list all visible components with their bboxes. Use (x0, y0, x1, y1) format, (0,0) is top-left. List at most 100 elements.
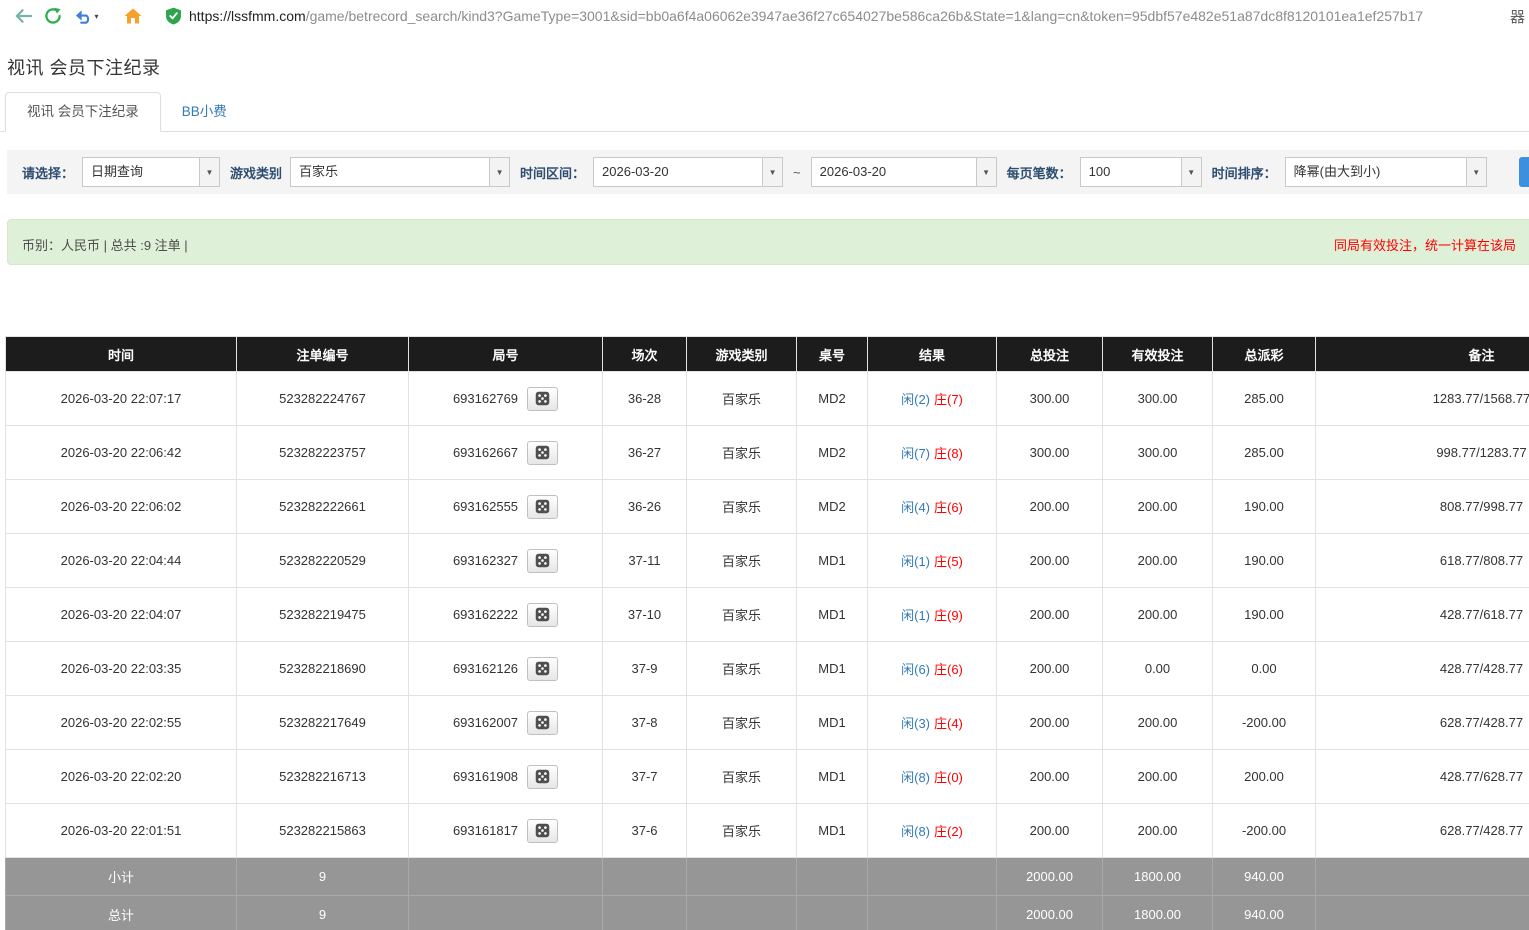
date-from-select[interactable]: 2026-03-20 ▼ (593, 157, 783, 187)
query-type-select[interactable]: 日期查询 ▼ (82, 157, 220, 187)
valid-bet-cell: 200.00 (1103, 534, 1213, 588)
chevron-down-icon[interactable]: ▼ (1466, 158, 1486, 186)
sort-order-label: 时间排序： (1212, 163, 1277, 182)
total-bet-cell[interactable]: 200.00 (997, 804, 1103, 858)
undo-dropdown-caret[interactable]: ▾ (94, 12, 98, 21)
note-cell: 628.77/428.77 (1316, 696, 1529, 750)
tab-bb-tip[interactable]: BB小费 (161, 93, 248, 131)
table-number-cell: MD1 (797, 588, 868, 642)
total-bet-cell[interactable]: 200.00 (997, 534, 1103, 588)
footer-empty-cell (868, 858, 997, 896)
round-cell: 693161817 (409, 804, 603, 858)
url-host: https://lssfmm.com (189, 8, 306, 24)
result-cell: 闲(2) 庄(7) (868, 372, 997, 426)
round-number: 693161908 (453, 769, 518, 784)
column-header-result: 结果 (868, 337, 997, 372)
total-bet-cell[interactable]: 300.00 (997, 372, 1103, 426)
round-number: 693161817 (453, 823, 518, 838)
result-banker: 庄(6) (934, 662, 963, 677)
note-cell: 618.77/808.77 (1316, 534, 1529, 588)
game-type-cell: 百家乐 (687, 696, 797, 750)
footer-empty-cell (603, 896, 687, 930)
sort-order-value: 降幂(由大到小) (1286, 158, 1466, 186)
sort-order-select[interactable]: 降幂(由大到小) ▼ (1285, 157, 1487, 187)
undo-icon[interactable]: ▾ (70, 3, 104, 29)
subtotal-row: 小计 9 2000.00 1800.00 940.00 (6, 858, 1529, 896)
refresh-icon[interactable] (40, 3, 66, 29)
total-bet-cell[interactable]: 300.00 (997, 426, 1103, 480)
result-banker: 庄(7) (934, 392, 963, 407)
result-cell: 闲(8)庄(0) (868, 750, 997, 804)
table-row: 2026-03-20 22:02:55 523282217649 6931620… (6, 696, 1529, 750)
view-round-button[interactable] (527, 549, 558, 573)
view-round-button[interactable] (527, 819, 558, 843)
footer-empty-cell (868, 896, 997, 930)
chevron-down-icon[interactable]: ▼ (762, 158, 782, 186)
subtotal-total-bet: 2000.00 (997, 858, 1103, 896)
round-number: 693162667 (453, 445, 518, 460)
column-header-table-number: 桌号 (797, 337, 868, 372)
valid-bet-cell: 200.00 (1103, 480, 1213, 534)
date-from-value: 2026-03-20 (594, 158, 762, 186)
filter-bar: 请选择： 日期查询 ▼ 游戏类别 百家乐 ▼ 时间区间： 2026-03-20 … (7, 150, 1529, 194)
query-type-label: 请选择： (22, 163, 74, 182)
bet-id-cell: 523282216713 (237, 750, 409, 804)
chevron-down-icon[interactable]: ▼ (489, 158, 509, 186)
view-round-button[interactable] (527, 495, 558, 519)
game-type-cell: 百家乐 (687, 534, 797, 588)
session-cell: 37-6 (603, 804, 687, 858)
total-bet-cell[interactable]: 200.00 (997, 642, 1103, 696)
view-round-button[interactable] (527, 657, 558, 681)
payout-cell: -200.00 (1213, 804, 1316, 858)
table-row: 2026-03-20 22:06:42 523282223757 6931626… (6, 426, 1529, 480)
valid-bet-cell: 200.00 (1103, 588, 1213, 642)
footer-empty-cell (409, 896, 603, 930)
view-round-button[interactable] (527, 441, 558, 465)
chevron-down-icon[interactable]: ▼ (976, 158, 996, 186)
result-player: 闲(4) (901, 500, 930, 515)
total-bet-cell[interactable]: 200.00 (997, 696, 1103, 750)
tab-bet-records[interactable]: 视讯 会员下注纪录 (5, 92, 161, 132)
round-cell: 693162126 (409, 642, 603, 696)
valid-bet-cell: 200.00 (1103, 696, 1213, 750)
result-banker: 庄(0) (934, 770, 963, 785)
time-cell: 2026-03-20 22:01:51 (6, 804, 237, 858)
payout-cell: -200.00 (1213, 696, 1316, 750)
url-text: https://lssfmm.com/game/betrecord_search… (189, 8, 1423, 24)
result-banker: 庄(2) (934, 824, 963, 839)
query-type-value: 日期查询 (83, 158, 199, 186)
date-to-select[interactable]: 2026-03-20 ▼ (811, 157, 997, 187)
back-icon[interactable] (10, 3, 36, 29)
home-icon[interactable] (120, 3, 146, 29)
page-size-select[interactable]: 100 ▼ (1080, 157, 1202, 187)
total-bet-cell[interactable]: 200.00 (997, 480, 1103, 534)
round-cell: 693162555 (409, 480, 603, 534)
chevron-down-icon[interactable]: ▼ (199, 158, 219, 186)
note-cell: 1283.77/1568.77 (1316, 372, 1529, 426)
total-bet-cell[interactable]: 200.00 (997, 750, 1103, 804)
table-number-cell: MD1 (797, 804, 868, 858)
die-icon (535, 769, 550, 784)
footer-empty-cell (1316, 858, 1529, 896)
total-bet-cell[interactable]: 200.00 (997, 588, 1103, 642)
view-round-button[interactable] (527, 711, 558, 735)
round-number: 693162769 (453, 391, 518, 406)
view-round-button[interactable] (527, 387, 558, 411)
bet-id-cell: 523282224767 (237, 372, 409, 426)
column-header-round: 局号 (409, 337, 603, 372)
address-bar[interactable]: https://lssfmm.com/game/betrecord_search… (166, 7, 1504, 25)
date-range-tilde: ~ (793, 165, 801, 180)
bet-id-cell: 523282219475 (237, 588, 409, 642)
game-type-select[interactable]: 百家乐 ▼ (290, 157, 510, 187)
chevron-down-icon[interactable]: ▼ (1181, 158, 1201, 186)
grand-total-total-bet: 2000.00 (997, 896, 1103, 930)
search-button[interactable] (1519, 157, 1529, 187)
subtotal-payout: 940.00 (1213, 858, 1316, 896)
view-round-button[interactable] (527, 603, 558, 627)
view-round-button[interactable] (527, 765, 558, 789)
result-player: 闲(2) (901, 392, 930, 407)
bet-id-cell: 523282223757 (237, 426, 409, 480)
payout-cell: 0.00 (1213, 642, 1316, 696)
footer-empty-cell (687, 896, 797, 930)
footer-empty-cell (797, 858, 868, 896)
